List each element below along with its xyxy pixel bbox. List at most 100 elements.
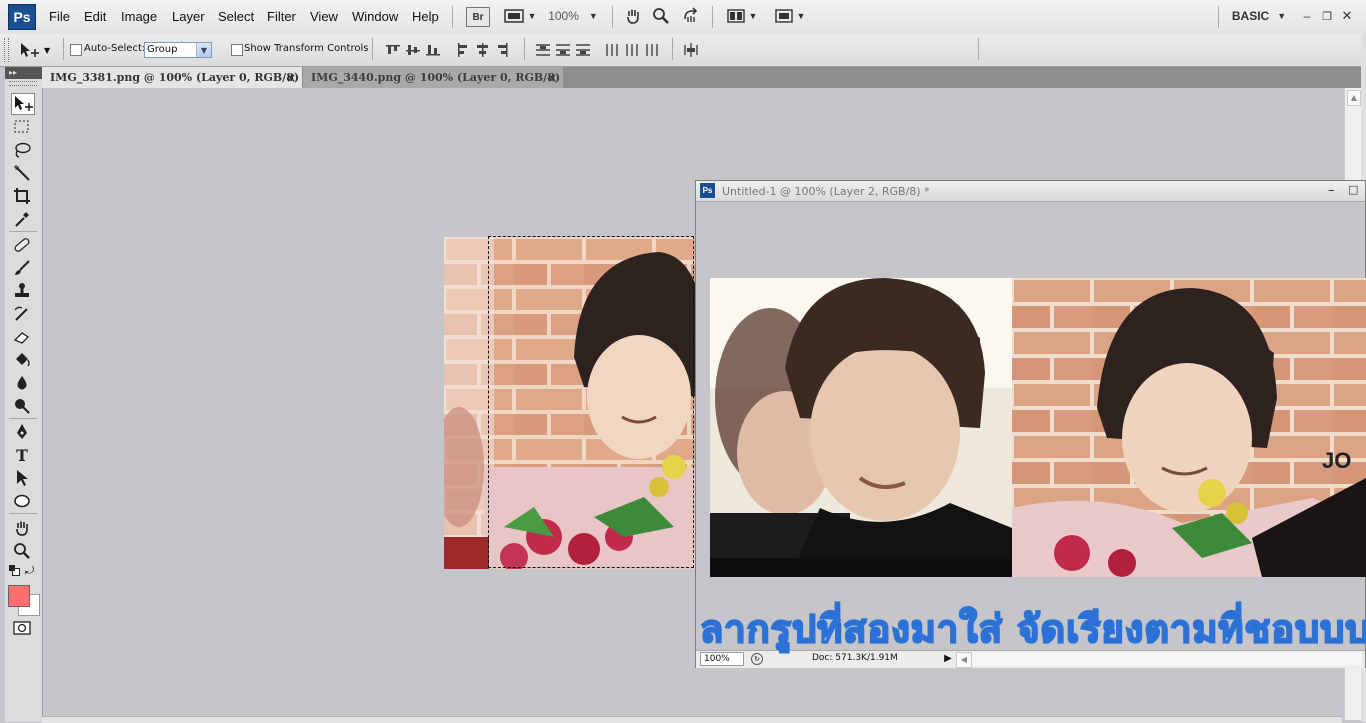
menu-layer[interactable]: Layer (172, 9, 205, 24)
separator (372, 38, 373, 60)
minimize-icon[interactable]: – (1328, 183, 1335, 198)
workspace-switcher[interactable]: BASIC ▼ (1228, 5, 1290, 27)
lasso-tool[interactable] (11, 140, 33, 160)
paint-bucket-tool[interactable] (11, 350, 33, 370)
move-icon (15, 96, 33, 111)
window-title: Untitled-1 @ 100% (Layer 2, RGB/8) * (722, 185, 930, 198)
separator (612, 6, 613, 28)
hand-icon (16, 521, 28, 536)
zoom-tool-button[interactable] (650, 5, 672, 27)
separator (978, 38, 979, 60)
blur-icon (17, 376, 27, 390)
arrange-icon (726, 9, 745, 23)
main-document-image[interactable] (444, 237, 695, 569)
auto-select-dropdown[interactable]: Group ▼ (144, 42, 212, 58)
align-group-vertical (384, 42, 444, 58)
default-colors-icon[interactable] (9, 565, 20, 576)
hand-tool-button[interactable] (622, 5, 644, 27)
photoshop-logo: Ps (700, 183, 715, 198)
panel-collapse-icon[interactable]: ▸▸ (5, 67, 42, 79)
floating-document-window: Ps Untitled-1 @ 100% (Layer 2, RGB/8) * … (695, 180, 1366, 668)
hand-tool[interactable] (11, 518, 33, 538)
marquee-tool[interactable] (11, 117, 33, 137)
auto-select-label: Auto-Select: (84, 43, 146, 54)
film-icon (503, 9, 524, 23)
menu-image[interactable]: Image (121, 9, 157, 24)
chevron-down-icon: ▼ (196, 43, 211, 57)
move-tool[interactable] (11, 93, 35, 115)
show-transform-label: Show Transform Controls (244, 43, 369, 54)
healing-brush-icon (14, 238, 30, 252)
quick-mask-icon (13, 621, 31, 635)
app-close-button[interactable]: ✕ (1340, 5, 1354, 27)
brush-tool[interactable] (11, 258, 33, 278)
collage-photo-left[interactable] (710, 278, 1012, 577)
healing-brush-tool[interactable] (11, 235, 33, 255)
blur-tool[interactable] (11, 373, 33, 393)
magic-wand-icon (14, 165, 30, 181)
window-titlebar[interactable]: Ps Untitled-1 @ 100% (Layer 2, RGB/8) * … (696, 181, 1365, 202)
brush-icon (15, 260, 30, 275)
zoom-icon (653, 8, 669, 24)
auto-select-checkbox[interactable] (70, 44, 82, 56)
screen-mode-button[interactable]: ▼ (772, 5, 808, 27)
chevron-down-icon: ▼ (748, 11, 758, 21)
menu-file[interactable]: File (49, 9, 70, 24)
bridge-button[interactable]: Br (466, 7, 490, 27)
collage-photo-right[interactable]: JO (1012, 278, 1366, 577)
tutorial-overlay-text: ลากรูปที่สองมาใส่ จัดเรียงตามที่ชอบบบ (699, 606, 1366, 652)
crop-tool[interactable] (11, 186, 33, 206)
menu-bar: Ps File Edit Image Layer Select Filter V… (0, 0, 1366, 35)
options-bar: ▼ Auto-Select: Group ▼ Show Transform Co… (0, 34, 1366, 67)
align-group-horizontal (456, 41, 514, 59)
tab-img-3381[interactable]: IMG_3381.png @ 100% (Layer 0, RGB/8) × (42, 67, 302, 88)
shape-tool[interactable] (11, 491, 33, 511)
foreground-color-swatch[interactable] (8, 585, 30, 607)
tools-panel: ▸▸ T ⤾ (5, 67, 43, 722)
pen-tool[interactable] (11, 422, 33, 442)
ellipse-icon (14, 494, 30, 508)
app-minimize-button[interactable]: – (1300, 5, 1314, 27)
menu-window[interactable]: Window (352, 9, 398, 24)
grip-icon (4, 38, 9, 62)
arrange-documents-button[interactable]: ▼ (724, 5, 760, 27)
path-select-icon (17, 470, 28, 486)
path-selection-tool[interactable] (11, 468, 33, 488)
marquee-icon (14, 120, 29, 133)
menu-help[interactable]: Help (412, 9, 439, 24)
menu-edit[interactable]: Edit (84, 9, 106, 24)
swap-colors-icon[interactable]: ⤾ (25, 564, 34, 578)
close-icon[interactable]: × (286, 71, 296, 85)
portrait-photo (444, 237, 695, 569)
zoom-tool[interactable] (11, 541, 33, 561)
zoom-level-select[interactable]: 100% ▼ (548, 5, 598, 27)
type-tool[interactable]: T (11, 445, 33, 465)
tool-preset-picker[interactable]: ▼ (18, 40, 58, 60)
distribute-group-vertical (534, 42, 594, 58)
tab-img-3440[interactable]: IMG_3440.png @ 100% (Layer 0, RGB/8) × (303, 67, 563, 88)
close-icon[interactable]: × (547, 71, 557, 85)
eyedropper-tool[interactable] (11, 209, 33, 229)
separator (9, 418, 37, 419)
photo-watermark-text: JO (1322, 448, 1351, 473)
chevron-up-icon[interactable]: ▲ (1347, 90, 1361, 106)
menu-view[interactable]: View (310, 9, 338, 24)
show-transform-checkbox[interactable] (231, 44, 243, 56)
history-brush-tool[interactable] (11, 304, 33, 324)
magic-wand-tool[interactable] (11, 163, 33, 183)
quick-mask-button[interactable] (11, 618, 33, 638)
rotate-view-button[interactable] (680, 5, 702, 27)
eraser-tool[interactable] (11, 327, 33, 347)
clone-stamp-tool[interactable] (11, 281, 33, 301)
auto-align-icon (684, 43, 698, 57)
menu-filter[interactable]: Filter (267, 9, 296, 24)
menu-select[interactable]: Select (218, 9, 254, 24)
grip-icon (9, 81, 37, 86)
dodge-icon (15, 399, 30, 414)
dodge-tool[interactable] (11, 396, 33, 416)
document-tabs: IMG_3381.png @ 100% (Layer 0, RGB/8) × I… (42, 67, 1362, 88)
auto-align-button[interactable] (682, 42, 700, 58)
maximize-icon[interactable]: □ (1348, 183, 1358, 196)
view-extras-button[interactable]: ▼ (502, 5, 538, 27)
app-restore-button[interactable]: ❐ (1320, 5, 1334, 27)
